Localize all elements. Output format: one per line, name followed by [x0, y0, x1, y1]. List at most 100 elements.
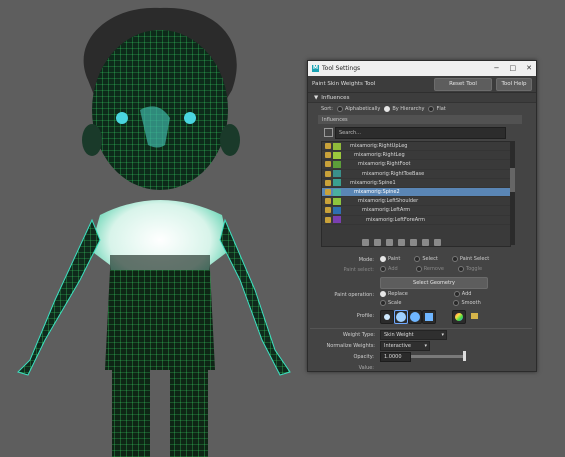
normalize-weights-value: Interactive: [384, 343, 411, 349]
influence-row[interactable]: mixamorig:LeftShoulder: [322, 197, 510, 207]
lock-icon[interactable]: [325, 189, 331, 196]
influence-name: mixamorig:RightLeg: [354, 152, 405, 159]
influence-color-swatch[interactable]: [333, 216, 341, 224]
select-geometry-button[interactable]: Select Geometry: [380, 277, 488, 289]
opacity-slider[interactable]: [411, 355, 465, 358]
maximize-icon[interactable]: □: [510, 64, 517, 72]
influence-name: mixamorig:RightToeBase: [362, 170, 425, 177]
operation-replace-label: Replace: [388, 291, 408, 297]
influence-row[interactable]: mixamorig:LeftArm: [322, 206, 510, 216]
paint-select-add-label: Add: [388, 266, 398, 272]
mode-paint-radio[interactable]: [380, 256, 386, 262]
influence-list[interactable]: mixamorig:RightUpLeg mixamorig:RightLeg mi…: [321, 141, 511, 247]
mirror-icon[interactable]: [398, 239, 405, 246]
sort-label: Sort:: [321, 106, 333, 112]
mode-paint-select-label: Paint Select: [459, 256, 490, 262]
operation-replace-radio[interactable]: [380, 291, 386, 297]
hold-icon[interactable]: [386, 239, 393, 246]
opacity-field[interactable]: 1.0000: [380, 352, 411, 362]
weight-type-value: Skin Weight: [384, 332, 414, 338]
operation-add-radio[interactable]: [453, 291, 460, 297]
influence-color-swatch[interactable]: [333, 206, 341, 214]
influences-section-header[interactable]: ▼ Influences: [308, 93, 536, 103]
search-placeholder: Search...: [339, 130, 361, 136]
lock-icon[interactable]: [325, 170, 331, 177]
prune-icon[interactable]: [422, 239, 429, 246]
lock-icon[interactable]: [325, 179, 331, 186]
opacity-slider-handle[interactable]: [463, 351, 466, 361]
operation-row-1: Replace Add: [380, 291, 471, 297]
paint-select-add-radio[interactable]: [380, 266, 386, 272]
chevron-down-icon: ▾: [441, 332, 444, 338]
operation-smooth-radio[interactable]: [453, 300, 460, 306]
operation-add-label: Add: [461, 291, 472, 297]
weight-type-dropdown[interactable]: Skin Weight ▾: [380, 330, 447, 340]
influence-row[interactable]: mixamorig:RightToeBase: [322, 170, 510, 179]
influence-color-swatch[interactable]: [333, 170, 341, 178]
influence-name: mixamorig:LeftArm: [362, 207, 411, 214]
sort-flat-label: Flat: [436, 106, 446, 112]
reset-icon[interactable]: [434, 239, 441, 246]
operation-scale-radio[interactable]: [380, 300, 386, 306]
influence-color-swatch[interactable]: [333, 188, 341, 196]
paint-select-toggle-radio[interactable]: [457, 266, 464, 272]
profile-square-icon[interactable]: [422, 310, 436, 324]
normalize-weights-label: Normalize Weights:: [326, 343, 375, 349]
profile-image-icon[interactable]: [452, 310, 466, 324]
paint-select-remove-radio[interactable]: [415, 266, 422, 272]
influence-row[interactable]: mixamorig:Spine2: [322, 187, 510, 198]
influence-row[interactable]: mixamorig:LeftForeArm: [322, 216, 510, 225]
influence-color-swatch[interactable]: [333, 142, 341, 150]
paint-select-toggle-label: Toggle: [465, 266, 483, 272]
sort-alphabetically-radio[interactable]: [336, 106, 343, 112]
window-titlebar[interactable]: M Tool Settings − □ ✕: [308, 61, 536, 76]
sort-flat-radio[interactable]: [428, 106, 435, 112]
influence-row[interactable]: mixamorig:RightLeg: [322, 151, 510, 161]
mode-paint-select-radio[interactable]: [451, 256, 458, 262]
maya-logo-icon: M: [312, 65, 319, 72]
influence-scrollbar[interactable]: [510, 141, 515, 245]
influence-name: mixamorig:Spine2: [354, 189, 400, 196]
sort-hierarchy-radio[interactable]: [384, 106, 391, 112]
paint-select-label: Paint select:: [343, 267, 374, 273]
lock-icon[interactable]: [325, 207, 331, 214]
influence-color-swatch[interactable]: [333, 151, 341, 159]
sort-alphabetically-label: Alphabetically: [344, 106, 381, 112]
lock-icon[interactable]: [325, 216, 331, 223]
influence-row[interactable]: mixamorig:Spine1: [322, 179, 510, 188]
chevron-down-icon: ▾: [424, 343, 427, 349]
influence-search-input[interactable]: Search...: [335, 127, 506, 139]
profile-gaussian-icon[interactable]: [380, 310, 394, 324]
operation-scale-label: Scale: [388, 300, 402, 306]
profile-soft-icon[interactable]: [394, 310, 408, 324]
paint-select-remove-label: Remove: [423, 266, 444, 272]
influence-row[interactable]: mixamorig:RightUpLeg: [322, 142, 510, 152]
mode-row: Paint Select Paint Select: [380, 256, 489, 262]
reset-tool-button[interactable]: Reset Tool: [434, 77, 492, 91]
lock-icon[interactable]: [325, 143, 331, 150]
influence-row[interactable]: mixamorig:RightFoot: [322, 160, 510, 170]
tool-help-button[interactable]: Tool Help: [496, 77, 532, 91]
profile-solid-icon[interactable]: [408, 310, 422, 324]
lock-icon[interactable]: [325, 161, 331, 168]
filter-weights-icon[interactable]: [410, 239, 417, 246]
normalize-weights-dropdown[interactable]: Interactive ▾: [380, 341, 430, 351]
influence-color-swatch[interactable]: [333, 160, 341, 168]
influence-scroll-thumb[interactable]: [510, 168, 515, 192]
influences-subsection[interactable]: Influences: [318, 115, 522, 124]
mode-label: Mode:: [358, 257, 374, 263]
lock-icon[interactable]: [325, 198, 331, 205]
copy-icon[interactable]: [362, 239, 369, 246]
influence-color-swatch[interactable]: [333, 179, 341, 187]
influence-color-swatch[interactable]: [333, 197, 341, 205]
mode-select-label: Select: [422, 256, 438, 262]
filter-icon[interactable]: [324, 128, 333, 137]
paste-icon[interactable]: [374, 239, 381, 246]
close-icon[interactable]: ✕: [526, 64, 532, 72]
lock-icon[interactable]: [325, 152, 331, 159]
tool-header: Paint Skin Weights Tool Reset Tool Tool …: [308, 76, 536, 93]
influence-name: mixamorig:RightUpLeg: [350, 143, 408, 150]
mode-select-radio[interactable]: [414, 256, 421, 262]
minimize-icon[interactable]: −: [494, 64, 500, 72]
folder-icon[interactable]: [471, 313, 478, 319]
